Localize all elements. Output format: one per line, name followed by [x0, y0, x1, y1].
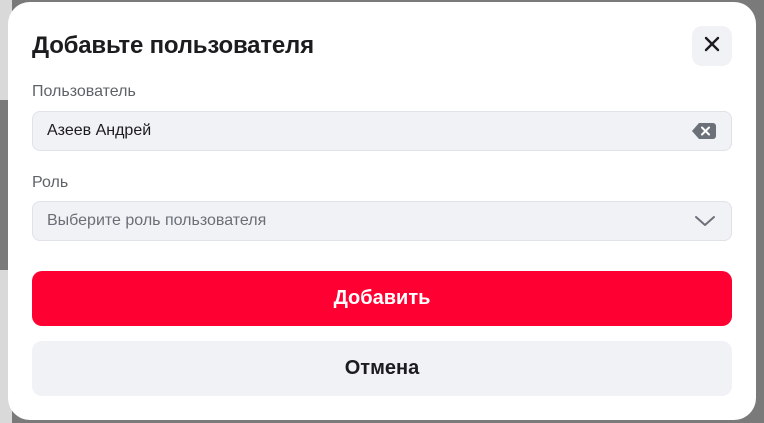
role-field-label: Роль: [32, 174, 69, 191]
close-button[interactable]: [692, 26, 732, 66]
cancel-button[interactable]: Отмена: [32, 341, 732, 396]
add-button[interactable]: Добавить: [32, 271, 732, 326]
user-field-label: Пользователь: [32, 83, 136, 100]
close-icon: [703, 35, 721, 58]
user-field[interactable]: Азеев Андрей: [32, 111, 732, 151]
role-select[interactable]: Выберите роль пользователя: [32, 201, 732, 241]
add-user-dialog: Добавьте пользователя Пользователь Азеев…: [8, 2, 756, 420]
dialog-title: Добавьте пользователя: [32, 32, 314, 59]
role-select-placeholder: Выберите роль пользователя: [47, 212, 267, 229]
clear-icon[interactable]: [691, 122, 717, 140]
user-field-value: Азеев Андрей: [47, 122, 152, 139]
chevron-down-icon: [693, 209, 717, 233]
